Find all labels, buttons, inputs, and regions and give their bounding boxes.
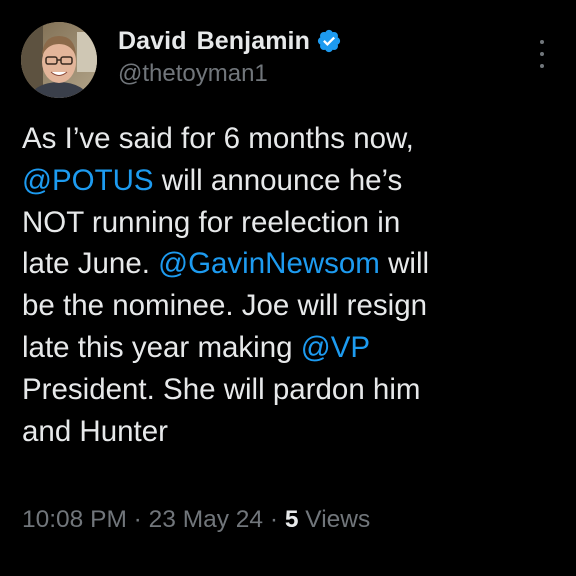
tweet-text-segment: late June. (22, 247, 159, 281)
mention-link[interactable]: @VP (301, 331, 370, 364)
more-dot (540, 64, 544, 68)
tweet-text-line: NOT running for reelection in (22, 202, 562, 244)
tweet-text-segment: late this year making (22, 330, 301, 364)
mention-link[interactable]: @POTUS (22, 164, 154, 197)
tweet-text: As I’ve said for 6 months now, @POTUS wil… (22, 118, 562, 452)
tweet-text-segment: As I’ve said for 6 months now, (22, 122, 414, 155)
tweet-time[interactable]: 10:08 PM (22, 506, 127, 533)
author-name-row[interactable]: David Benjamin (118, 26, 342, 56)
tweet-card: David Benjamin @thetoyman1 As I’ve said … (0, 0, 576, 576)
author-handle[interactable]: @thetoyman1 (118, 60, 268, 88)
tweet-text-line: late this year making @VP (22, 327, 562, 369)
mention-link[interactable]: @GavinNewsom (158, 247, 380, 280)
author-display-name[interactable]: David Benjamin (118, 27, 310, 56)
more-options-icon[interactable] (536, 40, 548, 68)
tweet-text-line: be the nominee. Joe will resign (22, 285, 562, 327)
more-dot (540, 52, 544, 56)
tweet-text-segment: will announce he’s (153, 163, 403, 197)
author-avatar[interactable] (21, 22, 97, 98)
tweet-meta: 10:08 PM · 23 May 24 · 5 Views (22, 506, 370, 534)
more-dot (540, 40, 544, 44)
tweet-text-segment: NOT running for reelection in (22, 205, 401, 239)
views-count[interactable]: 5 (285, 506, 299, 533)
tweet-text-segment: President. She will pardon him (22, 372, 421, 406)
tweet-text-segment: be the nominee. Joe will resign (22, 289, 428, 323)
views-label[interactable]: Views (298, 506, 370, 533)
avatar-photo (21, 22, 97, 98)
tweet-date[interactable]: 23 May 24 (149, 506, 263, 533)
tweet-text-line: @POTUS will announce he’s (22, 160, 562, 202)
tweet-text-line: As I’ve said for 6 months now, (22, 118, 562, 160)
tweet-text-segment: will (379, 247, 430, 281)
tweet-text-line: and Hunter (22, 411, 562, 453)
meta-separator: · (126, 506, 149, 533)
meta-separator: · (263, 506, 285, 533)
verified-badge-icon (317, 29, 341, 53)
tweet-text-line: late June. @GavinNewsom will (22, 243, 562, 285)
tweet-text-line: President. She will pardon him (22, 369, 562, 411)
tweet-text-segment: and Hunter (22, 414, 168, 448)
